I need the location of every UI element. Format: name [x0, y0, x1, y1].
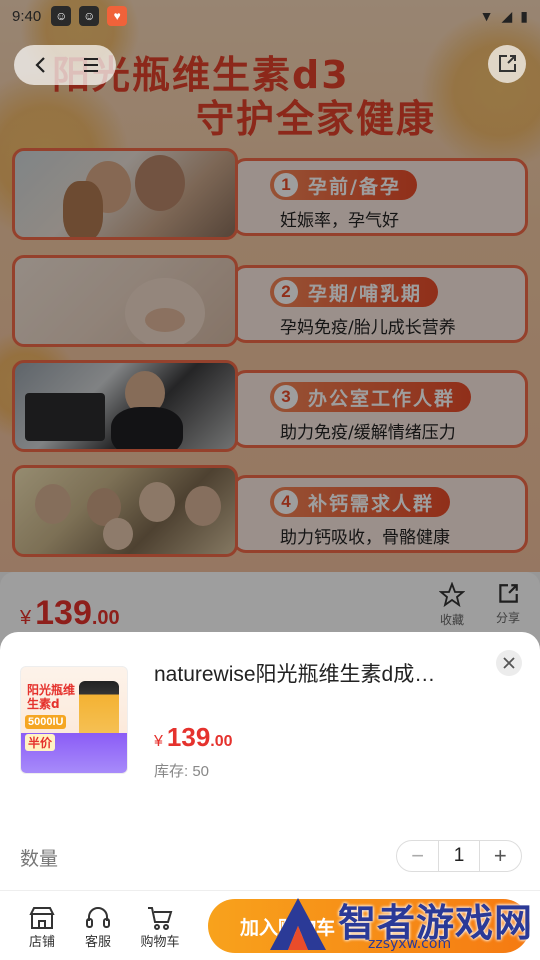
watermark-url: zzsyxw.com — [368, 936, 452, 952]
audience-card-pregnancy-prep: 1 孕前/备孕 妊娠率，孕气好 — [12, 148, 528, 240]
quantity-stepper: − 1 + — [396, 840, 522, 872]
share-icon[interactable] — [488, 45, 526, 83]
quantity-label: 数量 — [20, 849, 59, 870]
back-icon[interactable] — [23, 48, 57, 82]
card-description: 妊娠率，孕气好 — [280, 211, 399, 231]
audience-card-calcium: 4 补钙需求人群 助力钙吸收，骨骼健康 — [12, 465, 528, 557]
customer-service-label: 客服 — [84, 934, 111, 949]
headset-icon — [84, 905, 112, 931]
card-heading: 3 办公室工作人群 — [270, 382, 472, 412]
price-decimal: .00 — [91, 607, 120, 629]
card-heading: 2 孕期/哺乳期 — [270, 277, 438, 307]
audience-card-pregnancy: 2 孕期/哺乳期 孕妈免疫/胎儿成长营养 — [12, 255, 528, 347]
signal-icon: ◢ — [501, 7, 513, 24]
price-integer: 139 — [166, 722, 211, 752]
sku-selection-sheet: 阳光瓶维生素d 5000IU 半价 naturewise阳光瓶维生素d成… ¥ … — [0, 632, 540, 890]
price-decimal: .00 — [210, 733, 233, 750]
share-icon — [496, 582, 520, 609]
app-notification-icon: ☺ — [79, 6, 100, 26]
price-currency: ¥ — [20, 607, 32, 629]
card-heading: 4 补钙需求人群 — [270, 487, 451, 517]
store-button[interactable]: 店铺 — [17, 905, 67, 950]
quantity-increase-button[interactable]: + — [480, 841, 521, 871]
system-icons: ▼ ◢ ▮ — [480, 8, 528, 25]
card-title: 补钙需求人群 — [308, 492, 435, 515]
sheet-price: ¥ 139 .00 — [154, 722, 233, 753]
audience-card-office: 3 办公室工作人群 助力免疫/缓解情绪压力 — [12, 360, 528, 452]
card-number: 2 — [274, 280, 298, 304]
thumbnail-half-price: 半价 — [25, 734, 56, 751]
favorite-label: 收藏 — [439, 613, 464, 627]
stock-count: 库存: 50 — [154, 763, 210, 780]
share-label: 分享 — [495, 611, 520, 625]
menu-icon[interactable] — [74, 48, 108, 82]
product-thumbnail: 阳光瓶维生素d 5000IU 半价 — [20, 666, 128, 774]
card-description: 助力钙吸收，骨骼健康 — [280, 528, 450, 548]
site-watermark: 智者游戏网 zzsyxw.com — [268, 890, 540, 960]
quantity-decrease-button[interactable]: − — [397, 841, 438, 871]
customer-service-button[interactable]: 客服 — [73, 905, 123, 950]
card-number: 4 — [274, 490, 298, 514]
bottle-image — [79, 681, 119, 741]
sheet-product-title: naturewise阳光瓶维生素d成… — [154, 663, 436, 686]
share-button[interactable]: 分享 — [486, 582, 530, 626]
price-integer: 139 — [35, 594, 92, 632]
thumbnail-title: 阳光瓶维生素d — [27, 683, 76, 711]
banner-title-line2: 守护全家健康 — [196, 97, 437, 141]
card-title: 孕期/哺乳期 — [308, 282, 422, 305]
card-description: 孕妈免疫/胎儿成长营养 — [280, 318, 456, 338]
family-photo — [12, 465, 238, 557]
product-price: ¥ 139 .00 — [20, 594, 120, 633]
store-label: 店铺 — [28, 934, 55, 949]
favorite-button[interactable]: 收藏 — [430, 581, 474, 628]
battery-icon: ▮ — [520, 7, 528, 24]
cart-label: 购物车 — [140, 934, 180, 949]
status-time: 9:40 — [12, 7, 42, 25]
star-icon — [438, 581, 466, 611]
card-heading: 1 孕前/备孕 — [270, 170, 417, 200]
card-number: 1 — [274, 173, 298, 197]
store-icon — [28, 905, 56, 931]
thumbnail-dosage: 5000IU — [25, 715, 67, 729]
heart-app-icon: ♥ — [107, 6, 128, 26]
close-icon[interactable] — [496, 650, 522, 676]
top-nav-pill — [14, 45, 116, 85]
card-number: 3 — [274, 385, 298, 409]
card-description: 助力免疫/缓解情绪压力 — [280, 423, 456, 443]
quantity-value[interactable]: 1 — [438, 841, 480, 871]
price-currency: ¥ — [154, 733, 163, 750]
wifi-icon: ▼ — [479, 8, 494, 24]
status-bar: 9:40 ☺ ☺ ♥ ▼ ◢ ▮ — [0, 0, 540, 32]
card-title: 办公室工作人群 — [308, 387, 456, 410]
card-title: 孕前/备孕 — [308, 175, 401, 198]
watermark-logo — [270, 898, 326, 950]
couple-photo — [12, 148, 238, 240]
cart-icon — [146, 905, 174, 931]
cart-button[interactable]: 购物车 — [135, 905, 185, 950]
app-notification-icon: ☺ — [51, 6, 72, 26]
office-worker-photo — [12, 360, 238, 452]
product-banner: 阳光瓶维生素d3 守护全家健康 1 孕前/备孕 妊娠率，孕气好 2 孕期/哺乳期… — [0, 0, 540, 572]
pregnant-woman-photo — [12, 255, 238, 347]
sunflower-decoration — [420, 10, 540, 170]
